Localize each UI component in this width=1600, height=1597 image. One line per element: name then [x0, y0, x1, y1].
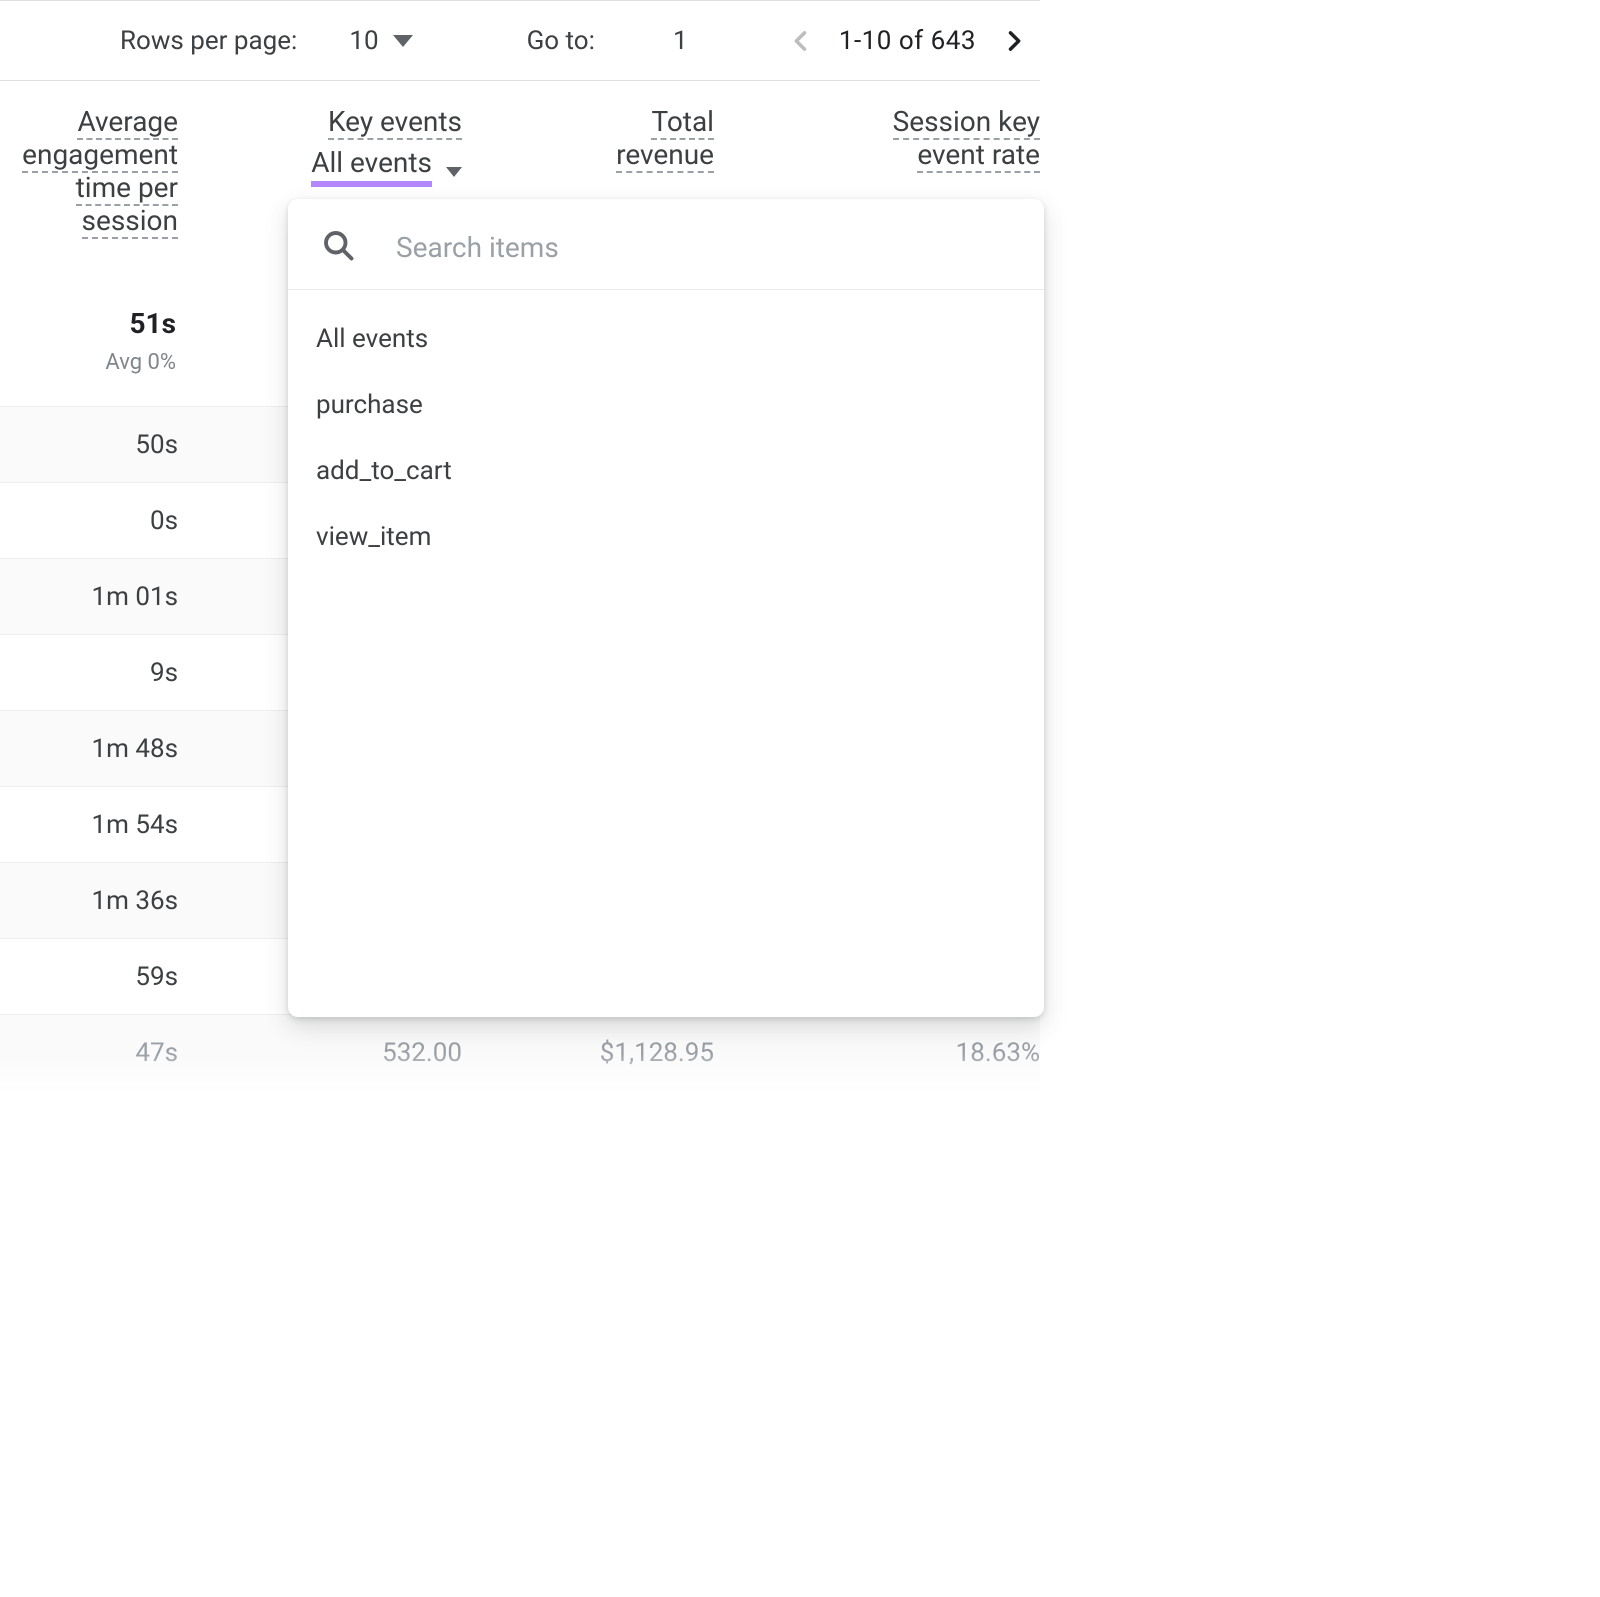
table-cell: 1m 36s — [0, 886, 178, 916]
go-to-value[interactable]: 1 — [673, 26, 688, 56]
dropdown-items: All eventspurchaseadd_to_cartview_item — [288, 290, 1044, 586]
dropdown-item[interactable]: add_to_cart — [296, 438, 1036, 504]
header-session-key-event-rate: Session key event rate — [714, 81, 1040, 171]
search-icon — [320, 227, 356, 267]
aggregate-cell: 51s Avg 0% — [0, 307, 178, 375]
dropdown-searchbar[interactable]: Search items — [288, 199, 1044, 290]
table-cell: 47s — [0, 1038, 178, 1068]
table-cell: 532.00 — [178, 1038, 462, 1068]
table-cell: 1m 01s — [0, 582, 178, 612]
header-line: revenue — [616, 138, 714, 173]
header-line: session — [82, 204, 178, 239]
search-placeholder: Search items — [396, 231, 559, 264]
table-cell: $1,128.95 — [462, 1038, 714, 1068]
rows-per-page-select[interactable]: 10 — [349, 26, 412, 56]
header-line: Average — [77, 105, 178, 140]
table-cell: 9s — [0, 658, 178, 688]
pager-range: 1-10 of 643 — [839, 26, 976, 56]
header-line: event rate — [917, 138, 1040, 173]
key-events-current-value: All events — [311, 146, 432, 187]
aggregate-main: 51s — [0, 307, 176, 340]
header-line: Session key — [893, 105, 1040, 140]
dropdown-item[interactable]: view_item — [296, 504, 1036, 570]
key-events-dropdown: Search items All eventspurchaseadd_to_ca… — [288, 199, 1044, 1017]
dropdown-item[interactable]: All events — [296, 306, 1036, 372]
caret-down-icon — [393, 35, 413, 47]
pager-bar: Rows per page: 10 Go to: 1 1-10 of 643 — [0, 1, 1040, 81]
pager-next-button[interactable] — [1000, 27, 1028, 55]
table-cell: 0s — [0, 506, 178, 536]
go-to-label: Go to: — [527, 26, 595, 56]
header-line: Key events — [328, 105, 462, 140]
header-avg-engagement: Average engagement time per session — [0, 81, 178, 237]
header-line: Total — [651, 105, 714, 140]
report-table-area: Rows per page: 10 Go to: 1 1-10 of 643 A… — [0, 0, 1040, 1090]
header-total-revenue: Total revenue — [462, 81, 714, 171]
table-cell: 50s — [0, 430, 178, 460]
table-cell: 59s — [0, 962, 178, 992]
dropdown-item[interactable]: purchase — [296, 372, 1036, 438]
header-key-events: Key events All events — [178, 81, 462, 187]
table-row[interactable]: 47s532.00$1,128.9518.63% — [0, 1014, 1040, 1090]
table-cell: 1m 54s — [0, 810, 178, 840]
table-cell: 1m 48s — [0, 734, 178, 764]
table-cell: 18.63% — [714, 1038, 1040, 1068]
header-line: engagement — [22, 138, 178, 173]
pager-prev-button[interactable] — [787, 27, 815, 55]
rows-per-page-value: 10 — [349, 26, 378, 56]
rows-per-page-label: Rows per page: — [120, 26, 297, 56]
aggregate-sub: Avg 0% — [0, 350, 176, 375]
caret-down-icon — [446, 167, 462, 177]
key-events-filter[interactable]: All events — [311, 146, 462, 187]
header-line: time per — [76, 171, 178, 206]
